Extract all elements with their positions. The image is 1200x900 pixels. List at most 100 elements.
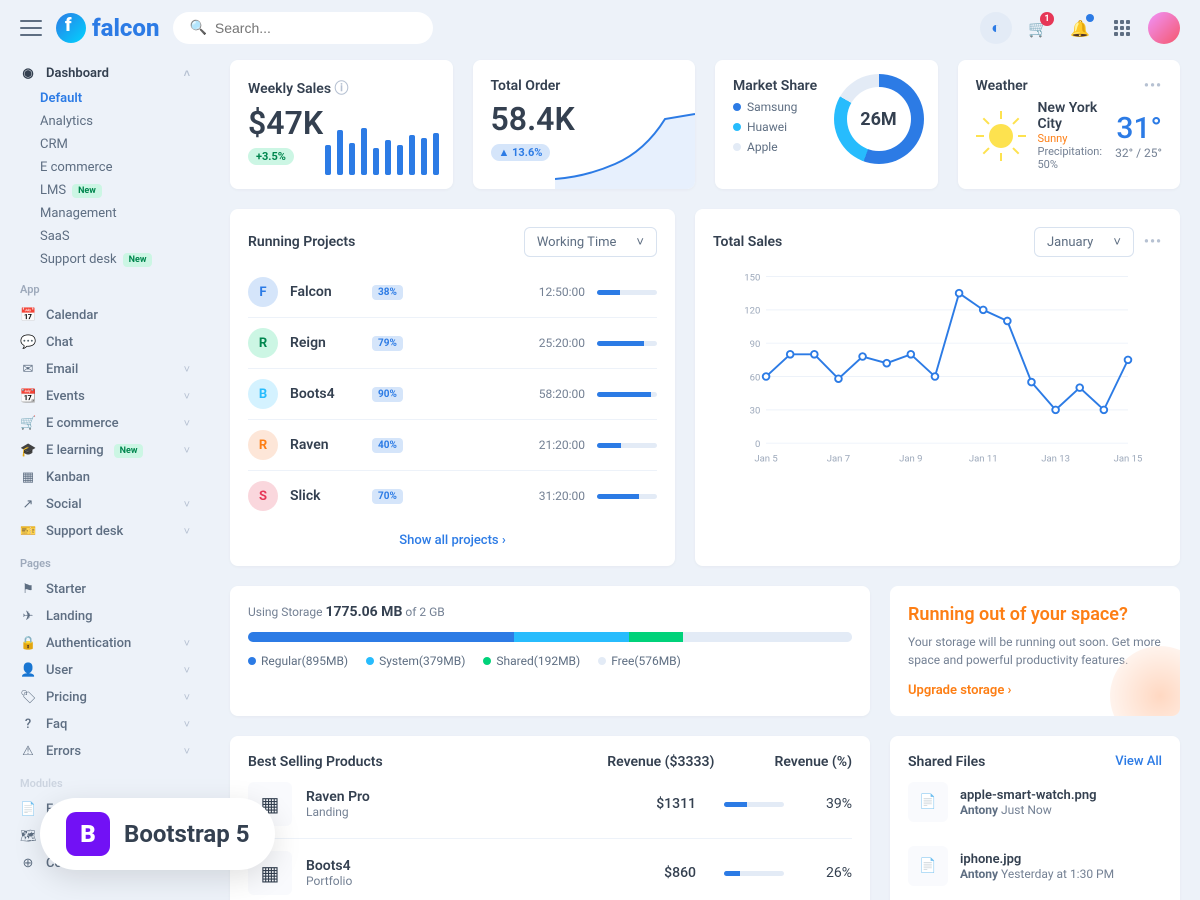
hamburger-icon[interactable] [20,20,42,36]
file-row[interactable]: 📄 apple-smart-watch.pngAntony Just Now [908,770,1162,834]
sidebar-item-authentication[interactable]: 🔒Authentication˅ [12,630,198,657]
chevron-down-icon: ˅ [184,525,190,538]
donut-chart: 26M [834,74,924,164]
project-row[interactable]: F Falcon 38% 12:50:00 [248,267,657,318]
svg-text:90: 90 [750,339,761,350]
sidebar-item-e-commerce[interactable]: 🛒E commerce˅ [12,410,198,437]
weather-city: New York City [1038,100,1104,132]
kpi-market-share: Market Share SamsungHuaweiApple 26M [715,60,938,189]
sidebar-item-starter[interactable]: ⚑Starter [12,576,198,603]
sidebar-item-support-desk[interactable]: 🎫Support desk˅ [12,518,198,545]
storage-card: Using Storage 1775.06 MB of 2 GB Regular… [230,586,870,716]
sidebar-item-landing[interactable]: ✈Landing [12,603,198,630]
file-icon: 📄 [908,846,948,886]
sidebar-item-user[interactable]: 👤User˅ [12,657,198,684]
apps-icon[interactable] [1106,12,1138,44]
search-box[interactable]: 🔍 [173,12,433,44]
running-projects-card: Running Projects Working Time˅ F Falcon … [230,209,675,566]
sidebar-item-crm[interactable]: CRM [12,133,198,156]
sidebar-item-faq[interactable]: ?Faq˅ [12,711,198,738]
shared-files-card: Shared Files View All 📄 apple-smart-watc… [890,736,1180,900]
bell-icon[interactable]: 🔔 [1064,12,1096,44]
chevron-down-icon: ˅ [184,498,190,511]
nav-dashboard[interactable]: ◉ Dashboard ˄ [12,60,198,87]
order-sparkline-chart [555,109,695,189]
month-select[interactable]: January˅ [1034,227,1134,257]
sidebar-item-e-commerce[interactable]: E commerce [12,156,198,179]
chevron-down-icon: ˅ [184,444,190,457]
chevron-down-icon: ˅ [184,417,190,430]
product-row[interactable]: ▦ Raven ProLanding $1311 39% [248,770,852,839]
weather-cond: Sunny [1038,132,1104,145]
avatar[interactable] [1148,12,1180,44]
chevron-up-icon: ˄ [184,67,190,80]
kpi-weather: Weather ••• New York City Sunny Precipit… [958,60,1181,189]
sidebar-item-email[interactable]: ✉Email˅ [12,356,198,383]
sales-menu-icon[interactable]: ••• [1144,234,1162,250]
chevron-down-icon: ˅ [184,691,190,704]
project-row[interactable]: R Reign 79% 25:20:00 [248,318,657,369]
sidebar-item-saas[interactable]: SaaS [12,225,198,248]
sidebar-item-social[interactable]: ↗Social˅ [12,491,198,518]
svg-text:150: 150 [744,272,760,283]
content: Weekly Sales ⓘ $47K +3.5% Total Order 58… [210,56,1200,900]
cart-badge: 1 [1040,12,1054,26]
working-time-select[interactable]: Working Time˅ [524,227,657,257]
chevron-down-icon: ˅ [184,637,190,650]
cart-icon[interactable]: 🛒1 [1022,12,1054,44]
chevron-down-icon: ˅ [184,390,190,403]
sidebar-item-e-learning[interactable]: 🎓E learningNew˅ [12,437,198,464]
brand-logo[interactable]: falcon [56,13,159,43]
topbar: falcon 🔍 ◐ 🛒1 🔔 [0,0,1200,56]
file-icon: 📄 [908,782,948,822]
project-row[interactable]: B Boots4 90% 58:20:00 [248,369,657,420]
product-row[interactable]: ▦ Boots4Portfolio $860 26% [248,839,852,900]
sidebar-item-calendar[interactable]: 📅Calendar [12,302,198,329]
section-app: App [12,271,198,302]
total-sales-card: Total Sales January˅ ••• 0306090120150Ja… [695,209,1180,566]
file-row[interactable]: 📄 iphone.jpgAntony Yesterday at 1:30 PM [908,834,1162,898]
sidebar: ◉ Dashboard ˄ DefaultAnalyticsCRME comme… [0,56,210,900]
chevron-down-icon: ˅ [184,718,190,731]
storage-used: 1775.06 MB [325,604,402,620]
total-sales-chart: 0306090120150Jan 5Jan 7Jan 9Jan 11Jan 13… [713,267,1162,467]
total-order-change: ▲ 13.6% [491,144,551,161]
weather-menu-icon[interactable]: ••• [1144,78,1162,94]
sidebar-item-pricing[interactable]: 🏷Pricing˅ [12,684,198,711]
svg-text:Jan 5: Jan 5 [754,453,777,464]
chevron-down-icon: ˅ [184,363,190,376]
sidebar-item-events[interactable]: 📆Events˅ [12,383,198,410]
chevron-down-icon: ˅ [184,745,190,758]
sidebar-item-management[interactable]: Management [12,202,198,225]
sun-icon [976,111,1026,161]
sidebar-item-default[interactable]: Default [12,87,198,110]
weather-precip: Precipitation: 50% [1038,145,1104,171]
project-row[interactable]: R Raven 40% 21:20:00 [248,420,657,471]
view-all-link[interactable]: View All [1115,754,1162,770]
sidebar-item-lms[interactable]: LMSNew [12,179,198,202]
project-row[interactable]: S Slick 70% 31:20:00 [248,471,657,521]
sidebar-item-support-desk[interactable]: Support deskNew [12,248,198,271]
bootstrap-icon: B [66,812,110,856]
sidebar-item-chat[interactable]: 💬Chat [12,329,198,356]
sidebar-item-analytics[interactable]: Analytics [12,110,198,133]
svg-text:60: 60 [750,372,761,383]
sidebar-item-errors[interactable]: ⚠Errors˅ [12,738,198,765]
brand-text: falcon [92,14,159,42]
search-input[interactable] [215,20,418,36]
section-pages: Pages [12,545,198,576]
logo-mark-icon [56,13,86,43]
gauge-icon: ◉ [20,66,36,81]
info-icon[interactable]: ⓘ [335,81,349,97]
search-icon: 🔍 [189,20,206,36]
sidebar-item-kanban[interactable]: ▦Kanban [12,464,198,491]
svg-text:Jan 11: Jan 11 [969,453,998,464]
show-all-projects-link[interactable]: Show all projects › [248,533,657,548]
svg-text:120: 120 [744,306,760,317]
bootstrap-badge[interactable]: B Bootstrap 5 [40,798,275,870]
upgrade-storage-link[interactable]: Upgrade storage › [908,683,1162,698]
chevron-down-icon: ˅ [184,664,190,677]
theme-toggle-icon[interactable]: ◐ [980,12,1012,44]
weather-temp: 31° [1115,111,1162,146]
weekly-sales-change: +3.5% [248,148,294,165]
